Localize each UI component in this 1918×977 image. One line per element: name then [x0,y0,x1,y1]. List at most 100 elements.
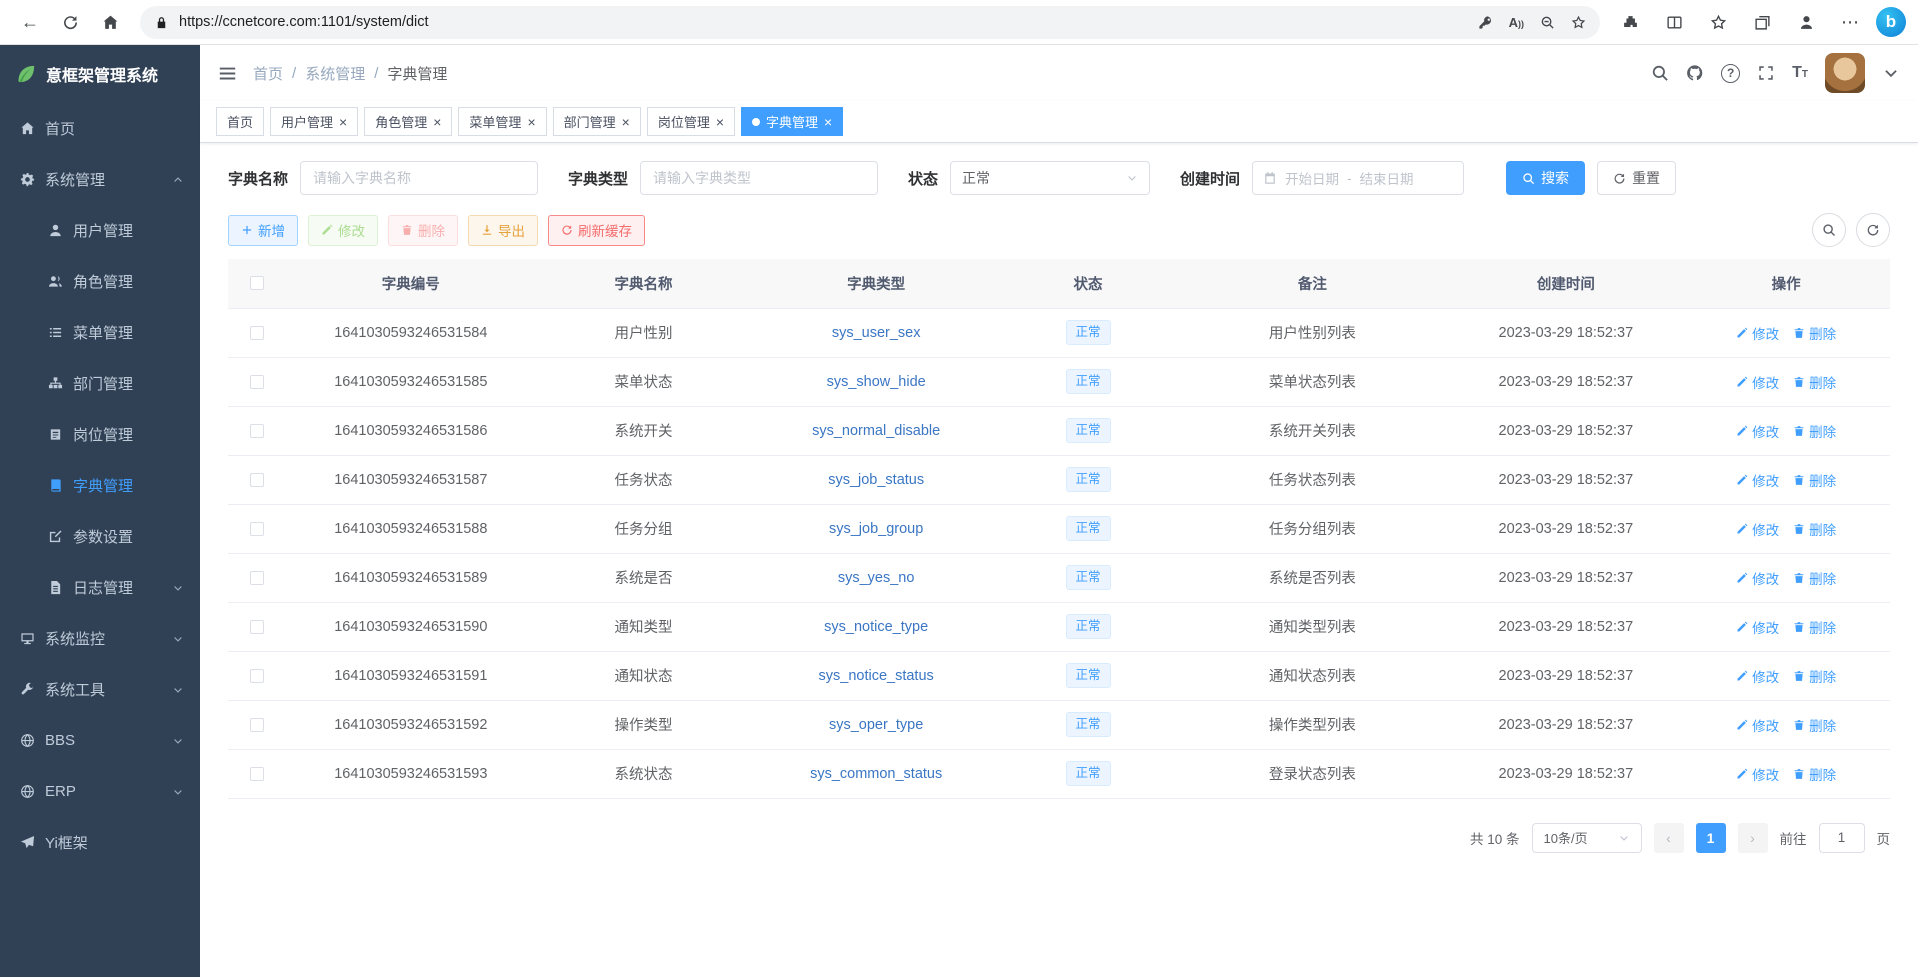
breadcrumb-system[interactable]: 系统管理 [305,63,365,84]
table-row[interactable]: 1641030593246531593 系统状态 sys_common_stat… [228,749,1890,798]
row-checkbox[interactable] [250,620,264,634]
next-page-button[interactable]: › [1738,823,1768,853]
row-checkbox[interactable] [250,326,264,340]
sidebar-item-log-mgmt[interactable]: 日志管理 [0,562,200,613]
edit-button[interactable]: 修改 [308,215,378,246]
sidebar-item-erp[interactable]: ERP [0,766,200,817]
dict-type-link[interactable]: sys_notice_status [819,668,934,684]
sidebar-item-system-mgmt[interactable]: 系统管理 [0,154,200,205]
row-delete-link[interactable]: 删除 [1793,470,1836,490]
close-icon[interactable]: × [339,115,347,129]
row-delete-link[interactable]: 删除 [1793,715,1836,735]
github-icon[interactable] [1686,64,1704,82]
search-button[interactable]: 搜索 [1506,161,1585,195]
row-edit-link[interactable]: 修改 [1736,323,1779,343]
refresh-table-button[interactable] [1856,213,1890,247]
tab-user-mgmt[interactable]: 用户管理× [270,107,358,136]
sidebar-item-role-mgmt[interactable]: 角色管理 [0,256,200,307]
sidebar-item-dept-mgmt[interactable]: 部门管理 [0,358,200,409]
tab-role-mgmt[interactable]: 角色管理× [364,107,452,136]
help-icon[interactable]: ? [1721,64,1740,83]
row-checkbox[interactable] [250,571,264,585]
dict-type-link[interactable]: sys_common_status [810,766,942,782]
dict-name-input[interactable] [300,161,538,195]
tab-home[interactable]: 首页 [216,107,264,136]
dict-type-link[interactable]: sys_notice_type [824,619,928,635]
dict-type-link[interactable]: sys_job_group [829,521,923,537]
back-button[interactable]: ← [12,5,48,39]
current-page-button[interactable]: 1 [1696,823,1726,853]
site-info-lock-icon[interactable] [154,15,169,30]
row-checkbox[interactable] [250,424,264,438]
search-icon[interactable] [1651,64,1669,82]
dict-type-link[interactable]: sys_oper_type [829,717,923,733]
dict-type-link[interactable]: sys_normal_disable [812,423,940,439]
extensions-icon[interactable] [1612,5,1648,39]
avatar[interactable] [1825,53,1865,93]
dict-type-link[interactable]: sys_yes_no [838,570,915,586]
export-button[interactable]: 导出 [468,215,538,246]
row-delete-link[interactable]: 删除 [1793,764,1836,784]
row-edit-link[interactable]: 修改 [1736,470,1779,490]
page-size-select[interactable]: 10条/页 [1532,823,1642,853]
close-icon[interactable]: × [527,115,535,129]
table-row[interactable]: 1641030593246531587 任务状态 sys_job_status … [228,455,1890,504]
split-screen-icon[interactable] [1656,5,1692,39]
table-row[interactable]: 1641030593246531590 通知类型 sys_notice_type… [228,602,1890,651]
sidebar-toggle-icon[interactable] [218,64,237,83]
prev-page-button[interactable]: ‹ [1654,823,1684,853]
dict-type-input[interactable] [640,161,878,195]
password-key-icon[interactable] [1478,15,1493,30]
row-edit-link[interactable]: 修改 [1736,764,1779,784]
close-icon[interactable]: × [622,115,630,129]
sidebar-item-post-mgmt[interactable]: 岗位管理 [0,409,200,460]
sidebar-item-system-tools[interactable]: 系统工具 [0,664,200,715]
row-edit-link[interactable]: 修改 [1736,715,1779,735]
row-checkbox[interactable] [250,767,264,781]
row-delete-link[interactable]: 删除 [1793,323,1836,343]
sidebar-item-system-monitor[interactable]: 系统监控 [0,613,200,664]
zoom-out-icon[interactable] [1540,15,1555,30]
table-row[interactable]: 1641030593246531584 用户性别 sys_user_sex 正常… [228,308,1890,357]
row-edit-link[interactable]: 修改 [1736,568,1779,588]
table-row[interactable]: 1641030593246531586 系统开关 sys_normal_disa… [228,406,1890,455]
row-checkbox[interactable] [250,669,264,683]
row-delete-link[interactable]: 删除 [1793,519,1836,539]
table-row[interactable]: 1641030593246531591 通知状态 sys_notice_stat… [228,651,1890,700]
end-date-placeholder[interactable]: 结束日期 [1360,168,1414,188]
tab-menu-mgmt[interactable]: 菜单管理× [458,107,546,136]
url-text[interactable]: https://ccnetcore.com:1101/system/dict [179,14,1468,30]
row-edit-link[interactable]: 修改 [1736,617,1779,637]
add-favorite-star-icon[interactable] [1571,15,1586,30]
row-edit-link[interactable]: 修改 [1736,421,1779,441]
collections-icon[interactable] [1744,5,1780,39]
bing-icon[interactable]: b [1876,7,1906,37]
favorites-icon[interactable] [1700,5,1736,39]
address-bar[interactable]: https://ccnetcore.com:1101/system/dict A… [140,6,1600,39]
close-icon[interactable]: × [716,115,724,129]
fullscreen-icon[interactable] [1757,64,1775,82]
sidebar-item-bbs[interactable]: BBS [0,715,200,766]
row-edit-link[interactable]: 修改 [1736,519,1779,539]
sidebar-item-home[interactable]: 首页 [0,103,200,154]
row-edit-link[interactable]: 修改 [1736,372,1779,392]
row-edit-link[interactable]: 修改 [1736,666,1779,686]
sidebar-item-user-mgmt[interactable]: 用户管理 [0,205,200,256]
browser-profile-icon[interactable] [1788,5,1824,39]
row-checkbox[interactable] [250,718,264,732]
delete-button[interactable]: 删除 [388,215,458,246]
home-button[interactable] [92,5,128,39]
chevron-down-icon[interactable] [1882,64,1900,82]
read-aloud-icon[interactable]: A)) [1509,15,1524,30]
table-row[interactable]: 1641030593246531588 任务分组 sys_job_group 正… [228,504,1890,553]
date-range-picker[interactable]: 开始日期 - 结束日期 [1252,161,1464,195]
row-delete-link[interactable]: 删除 [1793,372,1836,392]
tab-dict-mgmt[interactable]: 字典管理× [741,107,843,136]
row-checkbox[interactable] [250,375,264,389]
dict-type-link[interactable]: sys_job_status [828,472,924,488]
add-button[interactable]: 新增 [228,215,298,246]
table-row[interactable]: 1641030593246531589 系统是否 sys_yes_no 正常 系… [228,553,1890,602]
toggle-search-button[interactable] [1812,213,1846,247]
table-row[interactable]: 1641030593246531592 操作类型 sys_oper_type 正… [228,700,1890,749]
row-delete-link[interactable]: 删除 [1793,568,1836,588]
